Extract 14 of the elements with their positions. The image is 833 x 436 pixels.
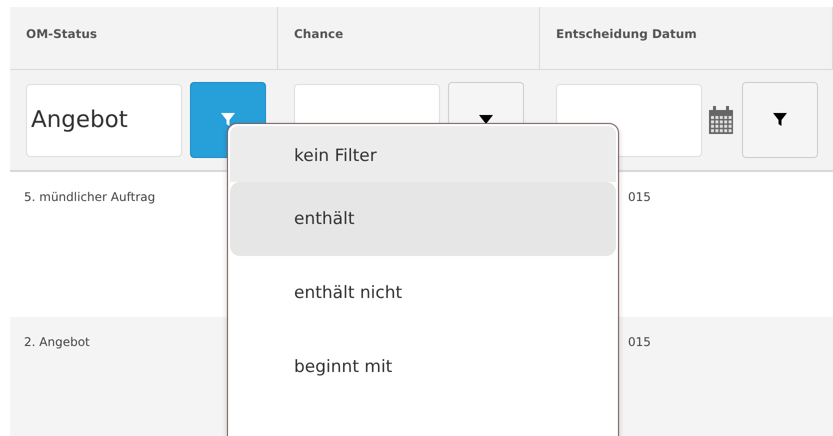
menu-item[interactable]: beginnt mit	[230, 330, 616, 404]
table-cell: 5. mündlicher Auftrag	[24, 190, 156, 204]
menu-item[interactable]: enthält nicht	[230, 256, 616, 330]
menu-item[interactable]: enthält	[230, 182, 616, 256]
filter-icon	[772, 112, 788, 128]
table-cell: 015	[628, 335, 651, 349]
calendar-icon	[708, 105, 734, 135]
table-cell: 015	[628, 190, 651, 204]
column-header[interactable]: Chance	[278, 7, 540, 70]
filter-input[interactable]: Angebot	[26, 84, 182, 156]
column-header[interactable]: Entscheidung Datum	[540, 7, 833, 70]
column-header[interactable]: OM-Status	[10, 7, 278, 70]
menu-item[interactable]: kein Filter	[230, 126, 616, 182]
table-cell: 2. Angebot	[24, 335, 90, 349]
